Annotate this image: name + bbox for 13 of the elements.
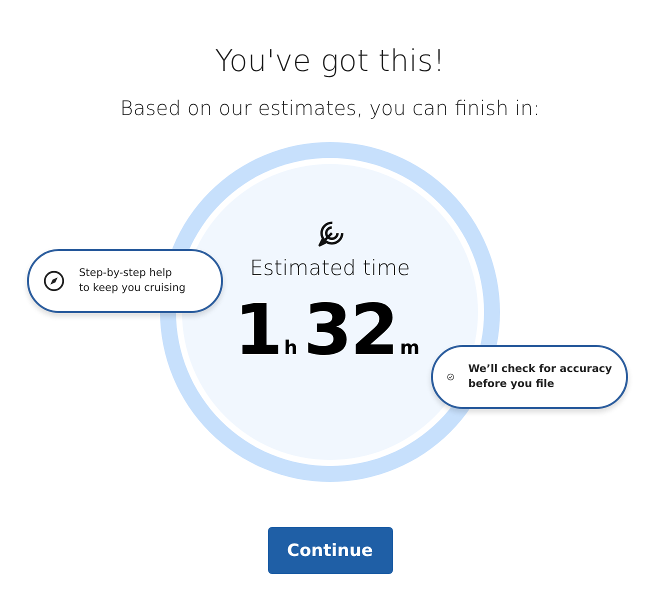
time-unit: m xyxy=(400,337,420,359)
callout-text: Step-by-step help xyxy=(79,266,173,281)
time-value: 1 xyxy=(234,292,281,368)
time-unit: h xyxy=(284,337,298,359)
page-title: You've got this! xyxy=(214,43,446,81)
estimate-label: Estimated time xyxy=(250,256,410,280)
callout-text: to keep you cruising xyxy=(79,281,186,296)
callout-text: We’ll check for accuracy xyxy=(468,362,612,377)
time-value: 32 xyxy=(304,292,397,368)
callout-text: before you file xyxy=(468,377,556,392)
subtitle: Based on our estimates, you can finish in: xyxy=(120,95,540,122)
compass-icon xyxy=(43,270,65,292)
continue-button[interactable]: Continue xyxy=(268,527,392,574)
